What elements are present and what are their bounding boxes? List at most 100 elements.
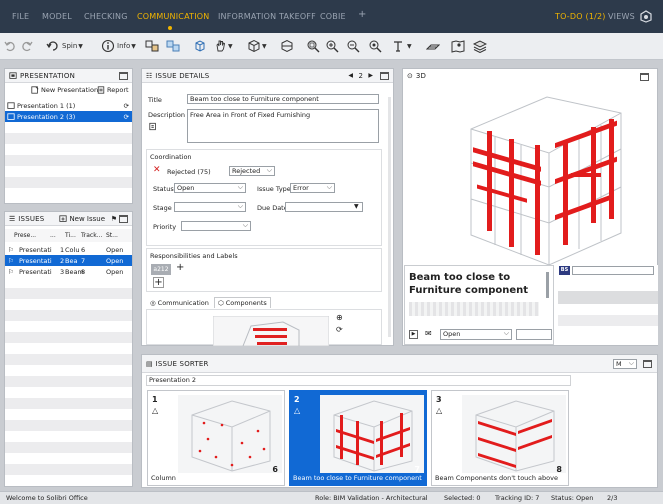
issue-card-1[interactable]: 1 △ 6 Column (147, 390, 285, 486)
spin-button[interactable]: Spin ▼ (46, 38, 83, 54)
issues-header: ☰ ISSUES New Issue ⚑ (5, 212, 132, 226)
selected-count: Selected: 0 (444, 494, 481, 502)
due-date-field[interactable] (285, 202, 363, 212)
zoom-selected-button[interactable] (368, 38, 382, 54)
blue-cubes-icon (166, 40, 180, 52)
zoom-in-button[interactable] (325, 38, 339, 54)
zoom-component-icon[interactable]: ⊕ (336, 313, 343, 322)
table-row[interactable]: ⚐ Presentati 3 Beam 8 Open (5, 266, 132, 277)
maximize-icon[interactable] (119, 215, 128, 223)
maximize-icon[interactable] (119, 72, 128, 80)
label-tag[interactable]: a212 (151, 264, 171, 275)
maximize-icon[interactable] (380, 72, 389, 80)
issues-title: ISSUES (18, 214, 45, 223)
layers-icon (473, 40, 487, 53)
add-tab-button[interactable]: + (358, 9, 367, 20)
report-button[interactable]: Report (97, 86, 129, 94)
details-scrollbar[interactable] (388, 97, 391, 337)
next-issue-button[interactable]: ▶ (368, 72, 373, 79)
info-button[interactable]: Info ▼ (101, 38, 136, 54)
play-icon[interactable]: ▶ (409, 330, 418, 339)
title-field[interactable]: Beam too close to Furniture component (187, 94, 379, 104)
rejected-select[interactable]: Rejected (229, 166, 275, 176)
cell-title: Colu (65, 245, 80, 254)
stage-select[interactable] (174, 202, 246, 212)
hide-button[interactable] (193, 38, 207, 54)
presentation-item-2[interactable]: Presentation 2 (3) ⟳ (5, 111, 132, 122)
attachment-icon[interactable] (149, 122, 157, 131)
description-field[interactable]: Free Area in Front of Fixed Furnishing (187, 109, 379, 143)
menu-cobie[interactable]: COBIE (320, 12, 346, 21)
map-button[interactable] (451, 38, 465, 54)
view-cube-button[interactable]: ▼ (247, 38, 267, 54)
previous-issue-button[interactable]: ◀ (348, 72, 353, 79)
menu-communication[interactable]: COMMUNICATION (137, 12, 209, 21)
measure-button[interactable]: ▼ (392, 38, 412, 54)
new-issue-button[interactable]: New Issue (59, 215, 105, 223)
empty-row (5, 288, 132, 299)
presentation-panel: PRESENTATION New Presentation Report Pre… (4, 68, 133, 204)
sorter-size-select[interactable]: M (613, 359, 637, 369)
column-presentation[interactable]: Prese... (14, 232, 36, 239)
3d-model-view[interactable] (451, 83, 631, 269)
info-scrollbar[interactable] (546, 272, 549, 298)
new-presentation-button[interactable]: New Presentation (31, 86, 98, 94)
issue-card-3[interactable]: 3 △ 8 Beam Components don't touch above (431, 390, 569, 486)
menu-information-takeoff[interactable]: INFORMATION TAKEOFF (218, 12, 316, 21)
spin-label: Spin (62, 42, 78, 50)
zoom-fit-button[interactable] (306, 38, 320, 54)
views-button[interactable]: VIEWS (608, 12, 635, 21)
zoom-in-icon (326, 40, 339, 53)
issue-type-select[interactable]: Error (290, 183, 335, 193)
map-pin-icon (451, 40, 465, 53)
tab-communication[interactable]: ◎ Communication (150, 299, 209, 307)
table-row[interactable]: ⚐ Presentati 1 Colu 6 Open (5, 244, 132, 255)
column-tracking[interactable]: Track... (81, 232, 102, 239)
section-box-button[interactable] (280, 38, 294, 54)
refresh-icon[interactable]: ⟳ (336, 325, 343, 334)
issue-status-select[interactable]: Open (440, 329, 512, 340)
status-text: Status: Open (551, 494, 594, 502)
model-tree-button[interactable] (145, 38, 159, 54)
redo-button[interactable] (20, 38, 34, 54)
sync-icon[interactable]: ⟳ (124, 113, 129, 121)
issue-info-field[interactable] (516, 329, 552, 340)
floor-button[interactable] (426, 38, 440, 54)
undo-button[interactable] (3, 38, 17, 54)
todo-button[interactable]: TO-DO (1/2) (555, 12, 606, 21)
components-button[interactable] (166, 38, 180, 54)
bs-field[interactable] (572, 266, 654, 275)
flag-icon[interactable]: ⚑ (111, 215, 117, 223)
menu-model[interactable]: MODEL (42, 12, 72, 21)
components-icon: ⬡ (218, 299, 224, 307)
issue-card-2[interactable]: 2 △ 7 Beam too close to Furniture compon… (289, 390, 427, 486)
table-row[interactable]: ⚐ Presentati 2 Bea 7 Open (5, 255, 132, 266)
date-picker-icon[interactable]: ▼ (354, 203, 359, 210)
column-number[interactable]: ... (50, 232, 56, 239)
measure-dropdown-icon: ▼ (407, 42, 412, 50)
priority-select[interactable] (181, 221, 251, 231)
zoom-out-button[interactable] (346, 38, 360, 54)
presentation-item-1[interactable]: Presentation 1 (1) ⟳ (5, 100, 132, 111)
column-title[interactable]: Ti... (65, 232, 76, 239)
tab-components[interactable]: ⬡ Components (214, 297, 271, 308)
view-dropdown-icon: ▼ (262, 42, 267, 50)
menu-checking[interactable]: CHECKING (84, 12, 128, 21)
menu-file[interactable]: FILE (12, 12, 29, 21)
add-responsibility-button[interactable]: + (153, 277, 164, 288)
presentation-item-label: Presentation 1 (1) (17, 101, 76, 110)
column-status[interactable]: St... (106, 232, 118, 239)
status-select[interactable]: Open (174, 183, 246, 193)
empty-row (5, 133, 132, 144)
maximize-icon[interactable] (643, 360, 652, 368)
comment-icon[interactable]: ✉ (425, 329, 432, 338)
toolbar: Spin ▼ Info ▼ ▼ ▼ ▼ (0, 33, 663, 60)
sync-icon[interactable]: ⟳ (124, 102, 129, 110)
add-label-button[interactable]: + (176, 262, 184, 273)
layers-button[interactable] (473, 38, 487, 54)
select-button[interactable]: ▼ (213, 38, 233, 54)
maximize-icon[interactable] (640, 73, 649, 81)
new-issue-label: New Issue (69, 214, 106, 223)
cell-title: Bea (65, 256, 78, 265)
rejected-icon: ✕ (153, 165, 161, 175)
